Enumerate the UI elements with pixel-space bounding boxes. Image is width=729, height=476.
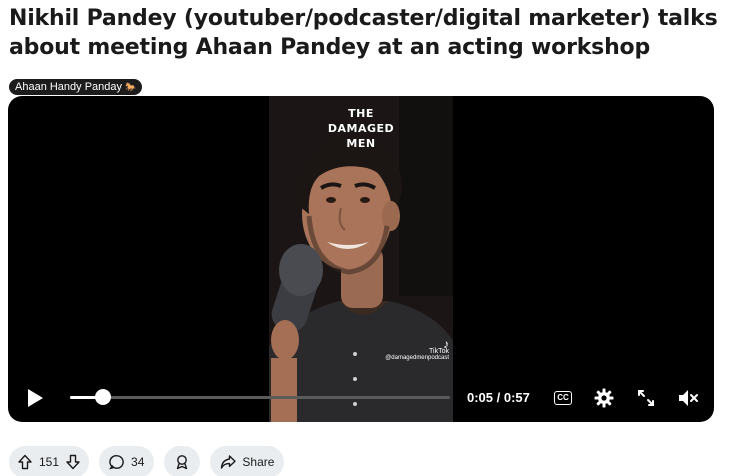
comment-count: 34 xyxy=(131,455,145,469)
horse-emoji-icon: 🐎 xyxy=(125,82,137,92)
time-display: 0:05 / 0:57 xyxy=(467,390,530,405)
video-frame: THE DAMAGED MEN ♪ TikTok @damagedmenpodc… xyxy=(269,96,453,422)
gear-icon[interactable] xyxy=(593,387,615,409)
expand-icon[interactable] xyxy=(635,387,657,409)
video-controls: 0:05 / 0:57 CC xyxy=(8,380,714,416)
volume-muted-icon[interactable] xyxy=(677,387,699,409)
share-icon xyxy=(221,455,237,469)
seek-bar-thumb[interactable] xyxy=(95,389,112,405)
downvote-icon[interactable] xyxy=(65,454,81,470)
tiktok-logo-icon: ♪ xyxy=(443,337,449,351)
post-actions: 151 34 Share xyxy=(9,446,285,476)
vote-pill: 151 xyxy=(9,446,90,476)
flair-label: Ahaan Handy Panday xyxy=(15,81,123,93)
closed-captions-icon[interactable]: CC xyxy=(552,387,574,409)
share-label: Share xyxy=(242,455,275,469)
vote-count: 151 xyxy=(39,455,60,469)
post-flair[interactable]: Ahaan Handy Panday 🐎 xyxy=(9,79,143,95)
share-button[interactable]: Share xyxy=(210,446,285,476)
comments-button[interactable]: 34 xyxy=(99,446,155,476)
post-title: Nikhil Pandey (youtuber/podcaster/digita… xyxy=(9,6,718,60)
tiktok-watermark: ♪ TikTok @damagedmenpodcast xyxy=(385,337,449,361)
video-overlay-title: THE DAMAGED MEN xyxy=(327,107,395,150)
award-icon xyxy=(177,455,188,470)
upvote-icon[interactable] xyxy=(17,454,33,470)
video-player[interactable]: THE DAMAGED MEN ♪ TikTok @damagedmenpodc… xyxy=(8,96,714,422)
award-button[interactable] xyxy=(164,446,201,476)
comment-icon xyxy=(109,455,124,470)
play-icon[interactable] xyxy=(24,387,46,409)
seek-bar[interactable] xyxy=(70,389,450,405)
